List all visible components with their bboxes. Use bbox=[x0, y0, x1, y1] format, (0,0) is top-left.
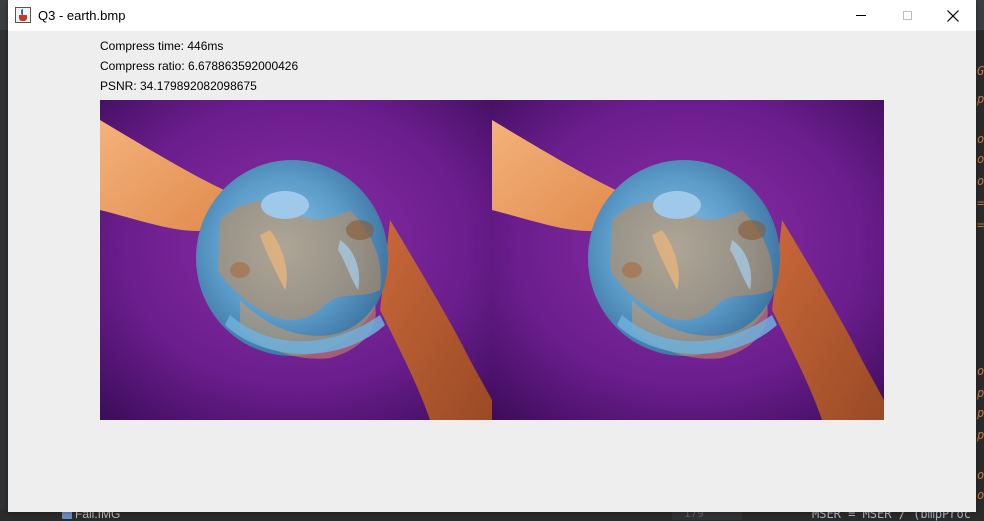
content-panel: Compress time: 446ms Compress ratio: 6.6… bbox=[8, 31, 976, 512]
ide-code-fragment: o bbox=[977, 364, 984, 378]
ide-code-fragment: o bbox=[977, 132, 984, 146]
ide-gutter bbox=[0, 30, 8, 520]
java-icon[interactable] bbox=[15, 7, 31, 23]
earth-hands-image bbox=[100, 100, 492, 420]
ide-code-fragment: o bbox=[977, 152, 984, 166]
ide-code-fragment: p bbox=[977, 92, 984, 106]
window-title: Q3 - earth.bmp bbox=[38, 8, 126, 23]
ide-code-fragment: p bbox=[977, 428, 984, 442]
app-window: Q3 - earth.bmp Compress time: 446ms Comp… bbox=[8, 0, 976, 512]
minimize-icon bbox=[856, 15, 866, 16]
ide-code-fragment: G bbox=[977, 64, 984, 78]
ide-code-fragment: o bbox=[977, 488, 984, 502]
ide-code-fragment: p bbox=[977, 406, 984, 420]
close-icon bbox=[947, 9, 959, 22]
ide-code-fragment: o bbox=[977, 468, 984, 482]
close-button[interactable] bbox=[930, 0, 976, 31]
psnr-label: PSNR: 34.179892082098675 bbox=[100, 79, 257, 93]
ide-code-fragment: o bbox=[977, 174, 984, 188]
earth-hands-image bbox=[492, 100, 884, 420]
ide-code-fragment: = bbox=[977, 218, 984, 232]
compress-time-label: Compress time: 446ms bbox=[100, 39, 224, 53]
ide-code-fragment: p bbox=[977, 386, 984, 400]
ide-code-fragment: = bbox=[977, 196, 984, 210]
maximize-button[interactable] bbox=[884, 0, 930, 31]
minimize-button[interactable] bbox=[838, 0, 884, 31]
compressed-image bbox=[492, 100, 884, 420]
maximize-icon bbox=[902, 11, 912, 20]
title-bar[interactable]: Q3 - earth.bmp bbox=[8, 0, 976, 31]
original-image bbox=[100, 100, 492, 420]
compress-ratio-label: Compress ratio: 6.678863592000426 bbox=[100, 59, 299, 73]
